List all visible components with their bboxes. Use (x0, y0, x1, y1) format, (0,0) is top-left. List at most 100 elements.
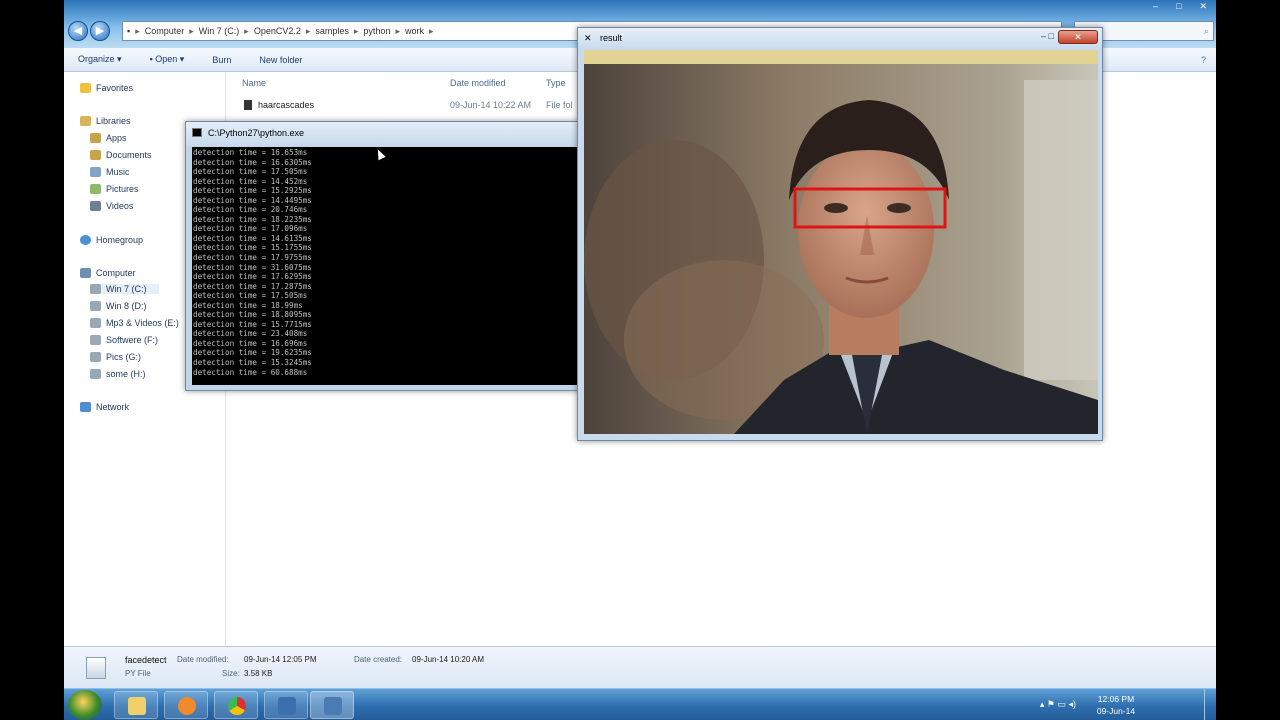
nav-drive-c[interactable]: Win 7 (C:) (90, 284, 159, 294)
console-line: detection time = 14.4495ms (193, 195, 312, 205)
console-line: detection time = 23.408ms (193, 329, 308, 339)
breadcrumb-drive[interactable]: Win 7 (C:) (199, 26, 240, 36)
console-icon (278, 697, 296, 715)
console-window[interactable]: C:\Python27\python.exe detection time = … (185, 121, 585, 391)
organize-button[interactable]: Organize ▾ (78, 54, 122, 65)
console-line: detection time = 14.6135ms (193, 233, 312, 243)
breadcrumb-separator: ▸ (305, 25, 311, 36)
taskbar-python[interactable] (310, 691, 354, 719)
nav-libraries[interactable]: Libraries (80, 116, 131, 126)
start-button[interactable] (68, 690, 102, 720)
breadcrumb-separator: ▸ (135, 25, 140, 36)
folder-icon (244, 100, 252, 110)
new-folder-button[interactable]: New folder (259, 55, 302, 65)
burn-button[interactable]: Burn (212, 55, 231, 65)
details-size-value: 3.58 KB (244, 669, 273, 678)
details-created-label: Date created: (354, 655, 403, 664)
music-icon (90, 167, 101, 177)
clock-time: 12:06 PM (1097, 694, 1135, 704)
console-line: detection time = 18.2235ms (193, 214, 312, 224)
videos-icon (90, 201, 101, 211)
folder-icon (90, 133, 101, 143)
breadcrumb-python[interactable]: python (363, 26, 390, 36)
console-line: detection time = 60.688ms (193, 367, 308, 377)
folder-icon (128, 697, 146, 715)
desktop-screen: ◀ ▶ ▪ ▸ Computer ▸ Win 7 (C:) ▸ OpenCV2.… (64, 0, 1216, 720)
nav-computer[interactable]: Computer (80, 268, 136, 278)
python-file-icon (86, 657, 106, 679)
python-icon (324, 697, 342, 715)
console-line: detection time = 18.99ms (193, 300, 303, 310)
documents-icon (90, 150, 101, 160)
result-window[interactable]: ✕ result – □ ✕ (577, 27, 1103, 441)
network-icon (80, 402, 91, 412)
console-line: detection time = 14.452ms (193, 176, 308, 186)
clock[interactable]: 12:06 PM 09-Jun-14 (1086, 693, 1146, 717)
console-line: detection time = 17.505ms (193, 291, 308, 301)
nav-videos[interactable]: Videos (90, 201, 133, 211)
drive-icon (90, 318, 101, 328)
open-button[interactable]: ▪ Open ▾ (150, 54, 185, 65)
drive-icon (90, 352, 101, 362)
nav-documents[interactable]: Documents (90, 150, 152, 160)
help-icon[interactable]: ? (1201, 55, 1206, 65)
column-name[interactable]: Name (242, 78, 266, 88)
computer-icon: ▪ (127, 26, 131, 36)
details-created-value: 09-Jun-14 10:20 AM (412, 655, 485, 664)
console-line: detection time = 19.6235ms (193, 348, 312, 358)
taskbar-media-player[interactable] (164, 691, 208, 719)
taskbar-explorer[interactable] (114, 691, 158, 719)
console-line: detection time = 16.6305ms (193, 157, 312, 167)
breadcrumb-computer[interactable]: Computer (145, 26, 185, 36)
details-size-label: Size: (222, 669, 240, 678)
console-titlebar[interactable]: C:\Python27\python.exe (186, 122, 584, 146)
taskbar-console[interactable] (264, 691, 308, 719)
breadcrumb-separator: ▸ (395, 25, 400, 36)
console-line: detection time = 31.6075ms (193, 262, 312, 272)
nav-drive-g[interactable]: Pics (G:) (90, 352, 141, 362)
nav-apps[interactable]: Apps (90, 133, 127, 143)
taskbar-chrome[interactable] (214, 691, 258, 719)
chrome-icon (228, 697, 246, 715)
nav-drive-f[interactable]: Softwere (F:) (90, 335, 158, 345)
breadcrumb-samples[interactable]: samples (315, 26, 349, 36)
breadcrumb-separator: ▸ (189, 25, 194, 36)
details-modified-value: 09-Jun-14 12:05 PM (244, 655, 317, 664)
breadcrumb-work[interactable]: work (405, 26, 424, 36)
nav-homegroup[interactable]: Homegroup (80, 235, 143, 245)
column-type[interactable]: Type (546, 78, 566, 88)
console-line: detection time = 15.3245ms (193, 358, 312, 368)
maximize-button[interactable]: □ (1176, 1, 1181, 15)
console-output[interactable]: detection time = 16.653ms detection time… (192, 147, 584, 385)
console-line: detection time = 17.505ms (193, 167, 308, 177)
nav-music[interactable]: Music (90, 167, 130, 177)
nav-favorites[interactable]: Favorites (80, 83, 133, 93)
nav-drive-d[interactable]: Win 8 (D:) (90, 301, 147, 311)
file-date: 09-Jun-14 10:22 AM (450, 100, 532, 110)
nav-network[interactable]: Network (80, 402, 129, 412)
console-line: detection time = 15.1755ms (193, 243, 312, 253)
console-line: detection time = 17.6295ms (193, 272, 312, 282)
details-modified-label: Date modified: (177, 655, 229, 664)
details-pane: facedetect PY File Date modified: 09-Jun… (64, 646, 1216, 688)
column-date-modified[interactable]: Date modified (450, 78, 506, 88)
close-button[interactable]: ✕ (1199, 1, 1207, 15)
back-button[interactable]: ◀ (68, 21, 88, 41)
pictures-icon (90, 184, 101, 194)
nav-drive-e[interactable]: Mp3 & Videos (E:) (90, 318, 179, 328)
nav-pictures[interactable]: Pictures (90, 184, 139, 194)
forward-button[interactable]: ▶ (90, 21, 110, 41)
show-desktop-button[interactable] (1204, 689, 1216, 720)
result-close-button[interactable]: ✕ (1058, 30, 1098, 44)
console-line: detection time = 17.2875ms (193, 281, 312, 291)
opencv-icon: ✕ (584, 33, 592, 43)
result-minmax-buttons[interactable]: – □ (1041, 31, 1054, 41)
nav-drive-h[interactable]: some (H:) (90, 369, 146, 379)
breadcrumb-opencv[interactable]: OpenCV2.2 (254, 26, 301, 36)
result-titlebar[interactable]: ✕ result (578, 28, 1102, 50)
console-line: detection time = 18.8095ms (193, 310, 312, 320)
tray-icons[interactable]: ▴ ⚑ ▭ ◂) (1040, 699, 1076, 710)
minimize-button[interactable]: – (1153, 1, 1158, 15)
console-line: detection time = 17.096ms (193, 224, 308, 234)
breadcrumb-separator: ▸ (244, 25, 249, 36)
